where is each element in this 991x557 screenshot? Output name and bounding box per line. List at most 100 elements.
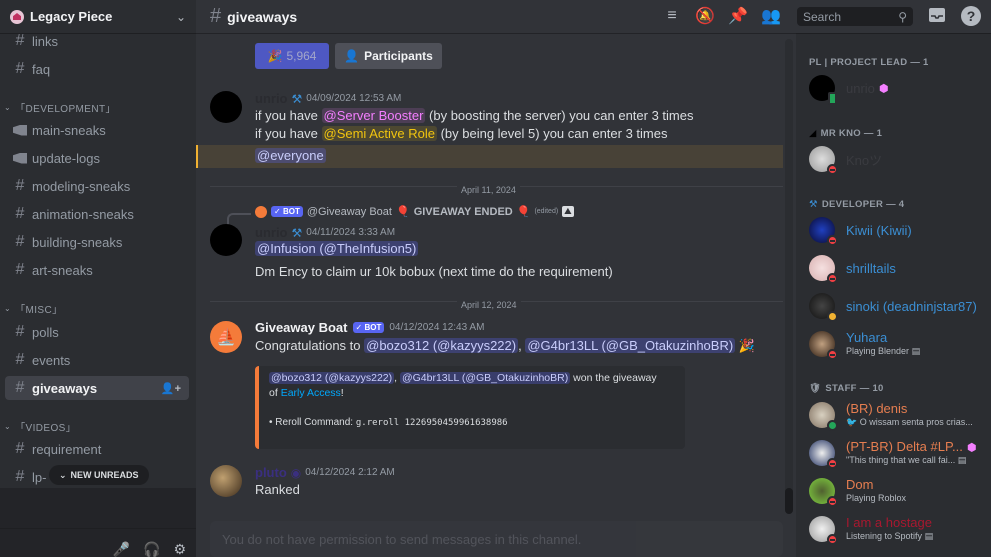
member-activity: Playing Blender ▤ (846, 346, 921, 357)
channel-label: giveaways (32, 380, 98, 396)
rich-presence-icon: ▤ (911, 346, 921, 357)
member-item[interactable]: unrio ⬢ (809, 73, 984, 105)
user-mention[interactable]: @Infusion (@TheInfusion5) (255, 241, 419, 256)
prize-link[interactable]: Early Access (281, 387, 341, 399)
help-icon[interactable]: ? (961, 6, 981, 26)
avatar (809, 75, 837, 105)
category-misc[interactable]: ⌄ 「MISC」 (4, 301, 63, 316)
channel-label: faq (32, 61, 51, 77)
add-member-icon[interactable]: 👤+ (161, 382, 181, 395)
role-group-header: PL | PROJECT LEAD — 1 (809, 57, 929, 68)
server-name: Legacy Piece (30, 9, 113, 24)
channel-modeling-sneaks[interactable]: # modeling-sneaks (5, 174, 189, 198)
category-label: 「VIDEOS」 (15, 423, 77, 434)
gear-icon[interactable]: ⚙ (173, 541, 186, 557)
message-list[interactable]: 🎉 5,964 👤 Participants unrio ⚒ 04/09/2024 … (196, 33, 796, 557)
chevron-down-icon: ⌄ (4, 304, 12, 313)
hash-lock-icon: # (15, 468, 25, 485)
channel-building-sneaks[interactable]: # building-sneaks (5, 230, 189, 254)
headphones-icon[interactable]: 🎧 (143, 541, 160, 557)
message-header: pluto ◉ 04/12/2024 2:12 AM (255, 465, 395, 480)
sailboat-icon: ⛵ (216, 329, 236, 346)
reply-preview[interactable]: ✓ BOT @Giveaway Boat 🎈 GIVEAWAY ENDED 🎈 … (255, 205, 574, 218)
channel-links[interactable]: # links (5, 33, 189, 53)
member-item[interactable]: shrilltails (809, 253, 984, 284)
username[interactable]: pluto (255, 465, 287, 480)
server-header[interactable]: Legacy Piece ⌄ (0, 0, 196, 33)
mute-bell-icon[interactable]: 🔕 (695, 6, 715, 26)
hammer-wrench-icon: ⚒ (809, 199, 818, 210)
category-development[interactable]: ⌄ 「DEVELOPMENT」 (4, 100, 116, 115)
dnd-status-icon (827, 349, 838, 360)
channel-update-logs[interactable]: update-logs (5, 146, 189, 170)
role-mention[interactable]: @Server Booster (321, 108, 426, 123)
channel-events[interactable]: # events (5, 348, 189, 372)
embed-text: @bozo312 (@kazyys222), @G4br13LL (@GB_Ot… (269, 372, 657, 384)
bot-badge: ✓ BOT (352, 322, 385, 333)
bot-avatar[interactable]: ⛵ (210, 321, 242, 353)
members-icon[interactable]: 👥 (761, 6, 781, 26)
microphone-icon[interactable]: 🎤 (113, 541, 130, 557)
role-group-header: 🛡 STAFF — 10 (809, 383, 884, 394)
avatar[interactable] (210, 465, 242, 497)
avatar (809, 293, 838, 322)
hash-lock-icon: # (15, 379, 25, 396)
member-name: Yuhara (846, 330, 888, 346)
role-mention[interactable]: @Semi Active Role (321, 126, 437, 141)
channel-art-sneaks[interactable]: # art-sneaks (5, 258, 189, 282)
channel-faq[interactable]: # faq (5, 57, 189, 81)
channel-list[interactable]: # links # faq ⌄ 「DEVELOPMENT」 main-sneaks u… (0, 33, 196, 488)
member-item[interactable]: Dom Playing Roblox (809, 476, 984, 507)
everyone-mention[interactable]: @everyone (255, 148, 326, 163)
discord-app: Legacy Piece ⌄ # links # faq ⌄ 「DEVELOPMENT… (0, 0, 991, 557)
user-panel: 🎤 🎧 ⚙ (0, 528, 196, 557)
channel-giveaways[interactable]: # giveaways 👤+ (5, 376, 189, 400)
channel-requirement[interactable]: # requirement (5, 437, 189, 461)
username[interactable]: unrio (255, 91, 288, 106)
search-input[interactable]: Search ⚲ (797, 7, 913, 26)
member-item[interactable]: sinoki (deadninjstar87) (809, 291, 984, 322)
balloon-icon: 🎈 (516, 206, 531, 218)
message-line: if you have @Server Booster (by boosting… (255, 108, 693, 123)
channel-main-sneaks[interactable]: main-sneaks (5, 118, 189, 142)
member-list[interactable]: PL | PROJECT LEAD — 1 unrio ⬢ ◢ MR KNO — … (796, 33, 991, 557)
chevron-down-icon[interactable]: ⌄ (176, 10, 186, 24)
text: (by boosting the server) you can enter 3… (425, 108, 694, 123)
user-mention[interactable]: @G4br13LL (@GB_OtakuzinhoBR) (525, 338, 736, 353)
user-mention[interactable]: @bozo312 (@kazyys222) (269, 372, 395, 384)
giveaway-enter-button[interactable]: 🎉 5,964 (255, 43, 329, 69)
date-divider-label: April 12, 2024 (457, 295, 521, 313)
avatar[interactable] (210, 224, 242, 256)
member-item[interactable]: (BR) denis 🐦 O wissam senta pros crias... (809, 400, 984, 431)
channel-polls[interactable]: # polls (5, 320, 189, 344)
participants-button[interactable]: 👤 Participants (335, 43, 442, 69)
username[interactable]: unrio (255, 225, 288, 240)
user-mention[interactable]: @bozo312 (@kazyys222) (364, 338, 519, 353)
giveaway-embed: @bozo312 (@kazyys222), @G4br13LL (@GB_Ot… (255, 366, 685, 449)
member-item[interactable]: Yuhara Playing Blender ▤ (809, 329, 984, 360)
threads-icon[interactable]: ≡ (662, 6, 682, 26)
member-item[interactable]: Knoツ (809, 144, 984, 175)
username[interactable]: Giveaway Boat (255, 320, 348, 335)
member-item[interactable]: (PT-BR) Delta #LP... ⬢ "This thing that we… (809, 438, 984, 469)
member-name: (PT-BR) Delta #LP... (846, 439, 963, 455)
timestamp: 04/12/2024 2:12 AM (305, 467, 395, 478)
channel-animation-sneaks[interactable]: # animation-sneaks (5, 202, 189, 226)
inbox-icon[interactable] (928, 6, 946, 24)
member-item[interactable]: I am a hostage Listening to Spotify ▤ (809, 514, 984, 545)
new-unreads-button[interactable]: ⌄ NEW UNREADS (49, 465, 149, 485)
mobile-status-icon (828, 92, 837, 105)
pin-icon[interactable]: 📌 (728, 6, 748, 26)
member-item[interactable]: Kiwii (Kiwii) (809, 215, 984, 246)
avatar (809, 255, 838, 284)
dnd-status-icon (827, 534, 838, 545)
member-name-row: (PT-BR) Delta #LP... ⬢ (846, 439, 976, 455)
member-activity: 🐦 O wissam senta pros crias... (846, 417, 973, 428)
category-videos[interactable]: ⌄ 「VIDEOS」 (4, 419, 76, 434)
category-label: 「MISC」 (15, 305, 63, 316)
user-mention[interactable]: @G4br13LL (@GB_OtakuzinhoBR) (399, 372, 571, 384)
scrollbar-track[interactable] (785, 39, 793, 513)
hammer-wrench-icon: ⚒ (291, 91, 303, 106)
avatar[interactable] (210, 91, 242, 123)
scrollbar-thumb[interactable] (785, 488, 793, 514)
